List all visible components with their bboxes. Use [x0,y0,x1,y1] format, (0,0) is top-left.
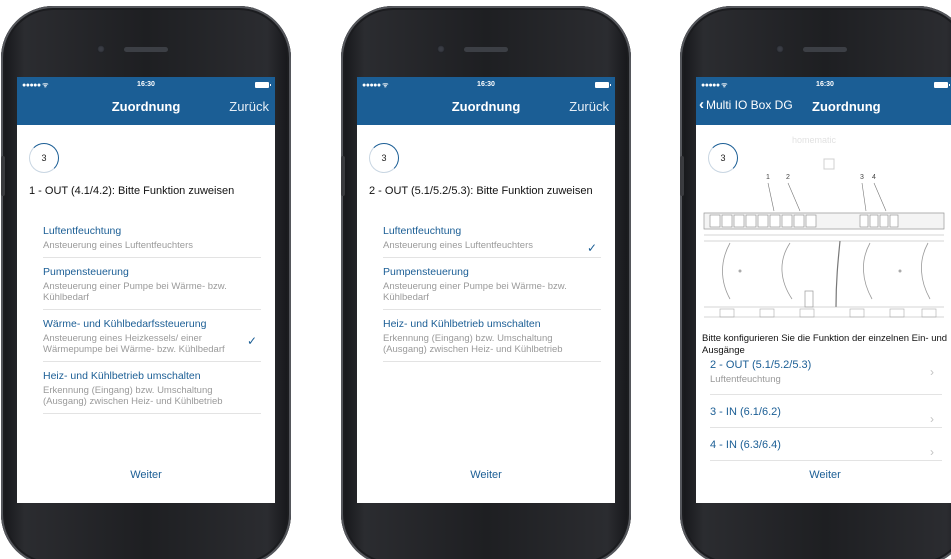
battery-icon [595,82,611,88]
io-title: 4 - IN (6.3/6.4) [710,439,781,451]
option-title: Pumpensteuerung [43,266,129,278]
option-title: Luftentfeuchtung [383,225,462,237]
status-bar: ●●●●● ᯤ 16:30 [17,77,275,93]
callout-1: 1 [766,174,770,181]
option-description: Ansteuerung einer Pumpe bei Wärme- bzw. … [383,281,567,303]
option-description: Erkennung (Eingang) bzw. Umschaltung (Au… [383,333,563,355]
option-title: Wärme- und Kühlbedarfssteuerung [43,318,207,330]
callout-4: 4 [872,174,876,181]
option-description: Ansteuerung eines Heizkessels/ einer Wär… [43,333,225,355]
status-time: 16:30 [816,81,834,88]
phone-1: ●●●●● ᯤ 16:30 Zuordnung Zurück 3 1 - OUT… [1,6,291,559]
nav-title: Zuordnung [812,99,881,114]
step-indicator: 3 [708,143,738,173]
callout-3: 3 [860,174,864,181]
volume-button [680,156,684,196]
section-heading: 2 - OUT (5.1/5.2/5.3): Bitte Funktion zu… [369,185,593,197]
chevron-right-icon: › [930,412,934,426]
volume-button [1,156,5,196]
screen: ●●●●● ᯤ 16:30 ‹ Multi IO Box DG Zuordnun… [696,77,951,503]
step-indicator: 3 [29,143,59,173]
battery-icon [934,82,950,88]
option-pumpensteuerung[interactable]: Pumpensteuerung Ansteuerung einer Pumpe … [43,264,261,310]
next-button[interactable]: Weiter [696,469,951,481]
option-title: Heiz- und Kühlbetrieb umschalten [383,318,541,330]
phone-3: ●●●●● ᯤ 16:30 ‹ Multi IO Box DG Zuordnun… [680,6,951,559]
io-list: 2 - OUT (5.1/5.2/5.3) Luftentfeuchtung ›… [710,357,942,470]
option-pumpensteuerung[interactable]: Pumpensteuerung Ansteuerung einer Pumpe … [383,264,601,310]
nav-bar: ●●●●● ᯤ 16:30 ‹ Multi IO Box DG Zuordnun… [696,77,951,125]
next-button[interactable]: Weiter [357,469,615,481]
io-subtitle: Luftentfeuchtung [710,374,781,385]
status-bar: ●●●●● ᯤ 16:30 [696,77,951,93]
phone-2: ●●●●● ᯤ 16:30 Zuordnung Zurück 3 2 - OUT… [341,6,631,559]
step-indicator: 3 [369,143,399,173]
option-heiz-kuehlbetrieb[interactable]: Heiz- und Kühlbetrieb umschalten Erkennu… [43,368,261,414]
option-heiz-kuehlbetrieb[interactable]: Heiz- und Kühlbetrieb umschalten Erkennu… [383,316,601,362]
chevron-left-icon: ‹ [699,96,704,113]
front-camera [776,45,784,53]
checkmark-icon: ✓ [586,241,597,255]
config-instruction: Bitte konfigurieren Sie die Funktion der… [702,333,948,356]
brand-logo: homematic [792,135,837,145]
io-title: 2 - OUT (5.1/5.2/5.3) [710,359,812,371]
earpiece-speaker [124,47,168,52]
next-button[interactable]: Weiter [17,469,275,481]
back-button[interactable]: Zurück [569,99,609,114]
checkmark-icon: ✓ [246,334,257,348]
io-row-out-2[interactable]: 2 - OUT (5.1/5.2/5.3) Luftentfeuchtung › [710,357,942,395]
chevron-right-icon: › [930,365,934,379]
option-luftentfeuchtung[interactable]: Luftentfeuchtung Ansteuerung eines Lufte… [383,223,601,258]
back-button[interactable]: Zurück [229,99,269,114]
front-camera [97,45,105,53]
earpiece-speaker [464,47,508,52]
option-description: Ansteuerung eines Luftentfeuchters [383,240,533,251]
volume-button [341,156,345,196]
list-fade [17,439,275,467]
option-title: Heiz- und Kühlbetrieb umschalten [43,370,201,382]
io-title: 3 - IN (6.1/6.2) [710,406,781,418]
status-bar: ●●●●● ᯤ 16:30 [357,77,615,93]
option-luftentfeuchtung[interactable]: Luftentfeuchtung Ansteuerung eines Lufte… [43,223,261,258]
back-label: Multi IO Box DG [706,98,793,112]
function-options: Luftentfeuchtung Ansteuerung eines Lufte… [43,223,261,420]
section-heading: 1 - OUT (4.1/4.2): Bitte Funktion zuweis… [29,185,235,197]
io-row-in-4[interactable]: 4 - IN (6.3/6.4) › [710,437,942,461]
screen: ●●●●● ᯤ 16:30 Zuordnung Zurück 3 1 - OUT… [17,77,275,503]
option-title: Pumpensteuerung [383,266,469,278]
status-time: 16:30 [477,81,495,88]
option-description: Ansteuerung eines Luftentfeuchters [43,240,193,251]
io-row-in-3[interactable]: 3 - IN (6.1/6.2) › [710,404,942,428]
back-button[interactable]: ‹ Multi IO Box DG [699,96,793,113]
screen: ●●●●● ᯤ 16:30 Zuordnung Zurück 3 2 - OUT… [357,77,615,503]
option-waerme-kuehlbedarf[interactable]: Wärme- und Kühlbedarfssteuerung Ansteuer… [43,316,261,362]
battery-icon [255,82,271,88]
nav-bar: ●●●●● ᯤ 16:30 Zuordnung Zurück [357,77,615,125]
option-description: Ansteuerung einer Pumpe bei Wärme- bzw. … [43,281,227,303]
option-title: Luftentfeuchtung [43,225,122,237]
status-time: 16:30 [137,81,155,88]
front-camera [437,45,445,53]
option-description: Erkennung (Eingang) bzw. Umschaltung (Au… [43,385,223,407]
function-options: Luftentfeuchtung Ansteuerung eines Lufte… [383,223,601,368]
nav-bar: ●●●●● ᯤ 16:30 Zuordnung Zurück [17,77,275,125]
earpiece-speaker [803,47,847,52]
chevron-right-icon: › [930,445,934,459]
callout-2: 2 [786,174,790,181]
